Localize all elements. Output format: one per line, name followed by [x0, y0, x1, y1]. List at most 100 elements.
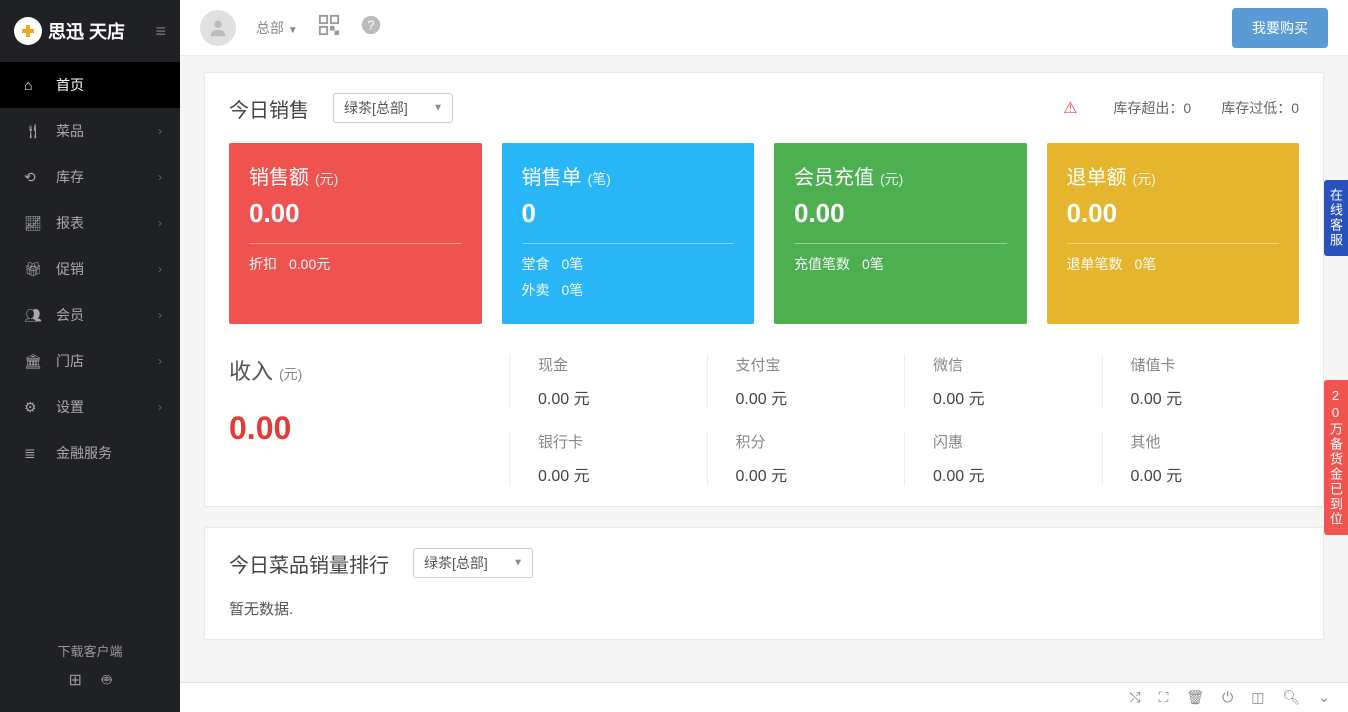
- sidebar-item-0[interactable]: ⌂首页: [0, 62, 180, 108]
- help-icon[interactable]: ?: [360, 14, 382, 42]
- hamburger-icon[interactable]: ≡: [155, 21, 166, 42]
- income-cell-label: 微信: [933, 354, 1102, 375]
- card-title: 退单额: [1067, 167, 1127, 189]
- tool-shuffle-icon[interactable]: ⤭: [1129, 689, 1140, 706]
- bottom-toolbar: ⤭ ⛶ 🗑︎ ⏻ ◫ 🔍︎ ⌄: [180, 682, 1348, 712]
- android-icon[interactable]: 🤖︎: [102, 670, 112, 692]
- tool-chevron-icon[interactable]: ⌄: [1318, 689, 1330, 706]
- card-value: 0.00: [1067, 198, 1280, 229]
- income-cell-label: 其他: [1131, 431, 1300, 452]
- qr-icon[interactable]: [318, 14, 340, 42]
- ranking-panel: 今日菜品销量排行 绿茶[总部] 暂无数据.: [204, 527, 1324, 640]
- sidebar-item-label: 设置: [56, 397, 84, 417]
- sidebar-item-label: 会员: [56, 305, 84, 325]
- sidebar-item-label: 报表: [56, 213, 84, 233]
- sidebar-item-4[interactable]: 🎁︎ 促销 ›: [0, 246, 180, 292]
- card-sub: 折扣0.00元: [249, 254, 462, 274]
- sidebar-item-label: 门店: [56, 351, 84, 371]
- income-section: 收入(元) 0.00 现金0.00 元支付宝0.00 元微信0.00 元储值卡0…: [229, 354, 1299, 486]
- tool-power-icon[interactable]: ⏻: [1222, 689, 1233, 706]
- download-client-link[interactable]: 下载客户端: [0, 641, 180, 660]
- chevron-right-icon: ›: [158, 170, 162, 184]
- chevron-right-icon: ›: [158, 308, 162, 322]
- income-cell-label: 闪惠: [933, 431, 1102, 452]
- avatar[interactable]: [200, 10, 236, 46]
- chevron-right-icon: ›: [158, 216, 162, 230]
- stock-alerts: ⚠ 库存超出：0 库存过低：0: [1063, 98, 1299, 118]
- income-cell-1: 支付宝0.00 元: [707, 354, 905, 409]
- tool-panel-icon[interactable]: ◫: [1251, 689, 1264, 706]
- main-content: 今日销售 绿茶[总部] ⚠ 库存超出：0 库存过低：0 销售额(元) 0.00 …: [180, 56, 1348, 682]
- sidebar: 思迅 天店 ≡ ⌂首页🍴︎菜品›⟲库存›📈︎报表›🎁︎促销›👥︎会员›🏛︎门店›…: [0, 0, 180, 712]
- stock-over: 库存超出：0: [1113, 98, 1191, 118]
- stat-card-0: 销售额(元) 0.00 折扣0.00元: [229, 143, 482, 324]
- card-sub: 外卖0笔: [522, 280, 735, 300]
- income-cell-3: 储值卡0.00 元: [1102, 354, 1300, 409]
- tool-expand-icon[interactable]: ⛶: [1159, 689, 1169, 706]
- income-cell-label: 支付宝: [736, 354, 905, 375]
- stat-card-3: 退单额(元) 0.00 退单笔数0笔: [1047, 143, 1300, 324]
- members-icon: 👥︎: [24, 307, 42, 324]
- sidebar-item-7[interactable]: ⚙ 设置 ›: [0, 384, 180, 430]
- topbar: 总部 ▼ ? 我要购买: [180, 0, 1348, 56]
- sidebar-item-label: 促销: [56, 259, 84, 279]
- sidebar-item-5[interactable]: 👥︎ 会员 ›: [0, 292, 180, 338]
- sidebar-item-label: 菜品: [56, 121, 84, 141]
- finance-icon: ≣: [24, 445, 42, 462]
- card-title: 销售单: [522, 167, 582, 189]
- chevron-right-icon: ›: [158, 124, 162, 138]
- sidebar-item-6[interactable]: 🏛︎ 门店 ›: [0, 338, 180, 384]
- sidebar-item-label: 库存: [56, 167, 84, 187]
- stores-icon: 🏛︎: [24, 353, 42, 370]
- sidebar-item-2[interactable]: ⟲ 库存 ›: [0, 154, 180, 200]
- card-sub: 充值笔数0笔: [794, 254, 1007, 274]
- stat-card-1: 销售单(笔) 0 堂食0笔外卖0笔: [502, 143, 755, 324]
- logo-area: 思迅 天店 ≡: [0, 0, 180, 62]
- tool-search-icon[interactable]: 🔍︎: [1282, 689, 1300, 706]
- today-sales-title: 今日销售: [229, 94, 309, 123]
- card-sub: 堂食0笔: [522, 254, 735, 274]
- tool-trash-icon[interactable]: 🗑︎: [1186, 689, 1204, 706]
- reports-icon: 📈︎: [24, 215, 42, 232]
- income-cell-value: 0.00 元: [538, 385, 707, 409]
- stat-card-2: 会员充值(元) 0.00 充值笔数0笔: [774, 143, 1027, 324]
- income-cell-value: 0.00 元: [933, 385, 1102, 409]
- brand: 思迅 天店: [14, 17, 125, 45]
- income-cell-7: 其他 0.00 元: [1102, 431, 1300, 486]
- windows-icon[interactable]: ⊞: [68, 670, 81, 692]
- inventory-icon: ⟲: [24, 169, 42, 186]
- store-select[interactable]: 绿茶[总部]: [333, 93, 453, 123]
- chevron-right-icon: ›: [158, 354, 162, 368]
- income-cell-2: 微信 0.00 元: [904, 354, 1102, 409]
- income-label: 收入: [229, 359, 273, 384]
- sidebar-item-label: 金融服务: [56, 443, 112, 463]
- float-online-service[interactable]: 在线客服: [1324, 180, 1348, 256]
- income-cell-label: 储值卡: [1131, 354, 1300, 375]
- today-sales-panel: 今日销售 绿茶[总部] ⚠ 库存超出：0 库存过低：0 销售额(元) 0.00 …: [204, 72, 1324, 507]
- income-cell-value: 0.00 元: [933, 462, 1102, 486]
- promo-icon: 🎁︎: [24, 261, 42, 278]
- settings-icon: ⚙: [24, 399, 42, 416]
- income-cell-value: 0.00 元: [1131, 462, 1300, 486]
- org-dropdown[interactable]: 总部 ▼: [256, 18, 298, 38]
- float-promo[interactable]: 20万备货金已到位: [1324, 380, 1348, 535]
- buy-button[interactable]: 我要购买: [1232, 8, 1328, 48]
- income-cell-label: 积分: [736, 431, 905, 452]
- card-value: 0.00: [794, 198, 1007, 229]
- ranking-store-select[interactable]: 绿茶[总部]: [413, 548, 533, 578]
- ranking-title: 今日菜品销量排行: [229, 549, 389, 578]
- income-cell-value: 0.00 元: [736, 462, 905, 486]
- sidebar-item-label: 首页: [56, 75, 84, 95]
- card-title: 会员充值: [794, 167, 874, 189]
- card-value: 0.00: [249, 198, 462, 229]
- chevron-right-icon: ›: [158, 400, 162, 414]
- card-value: 0: [522, 198, 735, 229]
- income-cell-0: 现金0.00 元: [509, 354, 707, 409]
- income-value: 0.00: [229, 410, 509, 447]
- sidebar-item-8[interactable]: ≣ 金融服务: [0, 430, 180, 476]
- sidebar-item-1[interactable]: 🍴︎菜品›: [0, 108, 180, 154]
- sidebar-item-3[interactable]: 📈︎ 报表 ›: [0, 200, 180, 246]
- svg-text:?: ?: [367, 17, 374, 32]
- sidebar-footer: 下载客户端 ⊞ 🤖︎: [0, 641, 180, 692]
- chevron-right-icon: ›: [158, 262, 162, 276]
